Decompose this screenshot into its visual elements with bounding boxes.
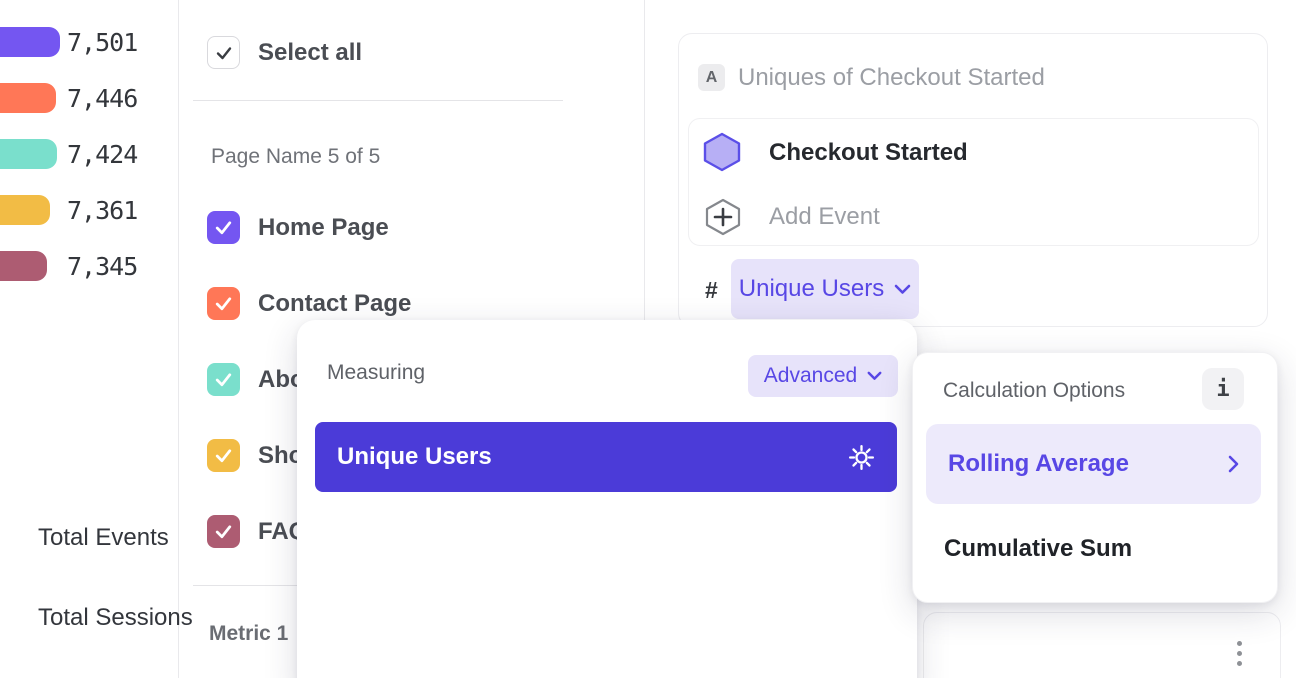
menu-option-label: Unique Users <box>337 443 492 471</box>
gear-icon[interactable] <box>848 444 875 471</box>
checkbox-about-page[interactable] <box>207 363 240 396</box>
chevron-down-icon <box>867 371 882 381</box>
filter-label[interactable]: Home Page <box>258 214 389 242</box>
bar-segment <box>0 83 56 113</box>
checkbox-faq-page[interactable] <box>207 515 240 548</box>
info-icon[interactable]: i <box>1202 368 1244 410</box>
measured-as-dropdown[interactable]: Unique Users <box>731 259 919 319</box>
bar-value: 7,361 <box>67 196 137 225</box>
event-hexagon-icon <box>703 132 741 172</box>
measured-as-value: Unique Users <box>739 275 884 303</box>
checkmark-icon <box>213 217 234 238</box>
bar-value: 7,501 <box>67 28 137 57</box>
app-canvas: 7,501 7,446 7,424 7,361 7,345 Select all <box>0 0 1296 678</box>
checkmark-icon <box>213 369 234 390</box>
event-builder-card: A Uniques of Checkout Started Checkout S… <box>678 33 1268 327</box>
bar-value: 7,446 <box>67 84 137 113</box>
menu-option-unique-users[interactable]: Unique Users <box>315 422 897 492</box>
calc-option-rolling-average[interactable]: Rolling Average <box>926 424 1261 504</box>
measuring-popup: Measuring Advanced Unique Users <box>297 320 917 678</box>
metric-label: Metric 1 <box>209 622 288 646</box>
add-event-icon[interactable] <box>705 198 741 236</box>
bar-segment <box>0 139 57 169</box>
chevron-right-icon <box>1228 455 1239 473</box>
divider <box>193 100 563 101</box>
calculation-options-title: Calculation Options <box>943 379 1125 403</box>
checkbox-home-page[interactable] <box>207 211 240 244</box>
checkbox-shop-page[interactable] <box>207 439 240 472</box>
bar-value: 7,345 <box>67 252 137 281</box>
event-list-card: Checkout Started Add Event <box>688 118 1259 246</box>
checkmark-icon <box>214 43 234 63</box>
checkmark-icon <box>213 293 234 314</box>
metric-row-badge: A <box>698 64 725 91</box>
panel-divider-left <box>178 0 179 678</box>
add-event-label[interactable]: Add Event <box>769 203 880 231</box>
checkmark-icon <box>213 445 234 466</box>
select-all-label[interactable]: Select all <box>258 39 362 67</box>
checkbox-contact-page[interactable] <box>207 287 240 320</box>
select-all-checkbox[interactable] <box>207 36 240 69</box>
filter-label[interactable]: Contact Page <box>258 290 411 318</box>
menu-option-total-sessions[interactable]: Total Sessions <box>38 604 193 632</box>
calc-option-label: Rolling Average <box>948 450 1129 478</box>
calculation-options-popup: Calculation Options i Rolling Average Cu… <box>912 352 1278 603</box>
event-name[interactable]: Checkout Started <box>769 139 968 167</box>
checkmark-icon <box>213 521 234 542</box>
measuring-title: Measuring <box>327 361 425 385</box>
measure-type-symbol: # <box>705 277 718 304</box>
advanced-label: Advanced <box>764 364 857 388</box>
bar-segment <box>0 251 47 281</box>
bar-value: 7,424 <box>67 140 137 169</box>
group-label: Page Name 5 of 5 <box>211 145 380 169</box>
menu-option-total-events[interactable]: Total Events <box>38 524 169 552</box>
metric-2-card <box>923 612 1281 678</box>
bar-segment <box>0 195 50 225</box>
bar-segment <box>0 27 60 57</box>
kebab-menu-icon[interactable] <box>1237 641 1242 666</box>
chevron-down-icon <box>894 284 911 295</box>
metric-title-input[interactable]: Uniques of Checkout Started <box>738 64 1045 92</box>
calc-option-cumulative-sum[interactable]: Cumulative Sum <box>944 535 1132 563</box>
advanced-dropdown[interactable]: Advanced <box>748 355 898 397</box>
